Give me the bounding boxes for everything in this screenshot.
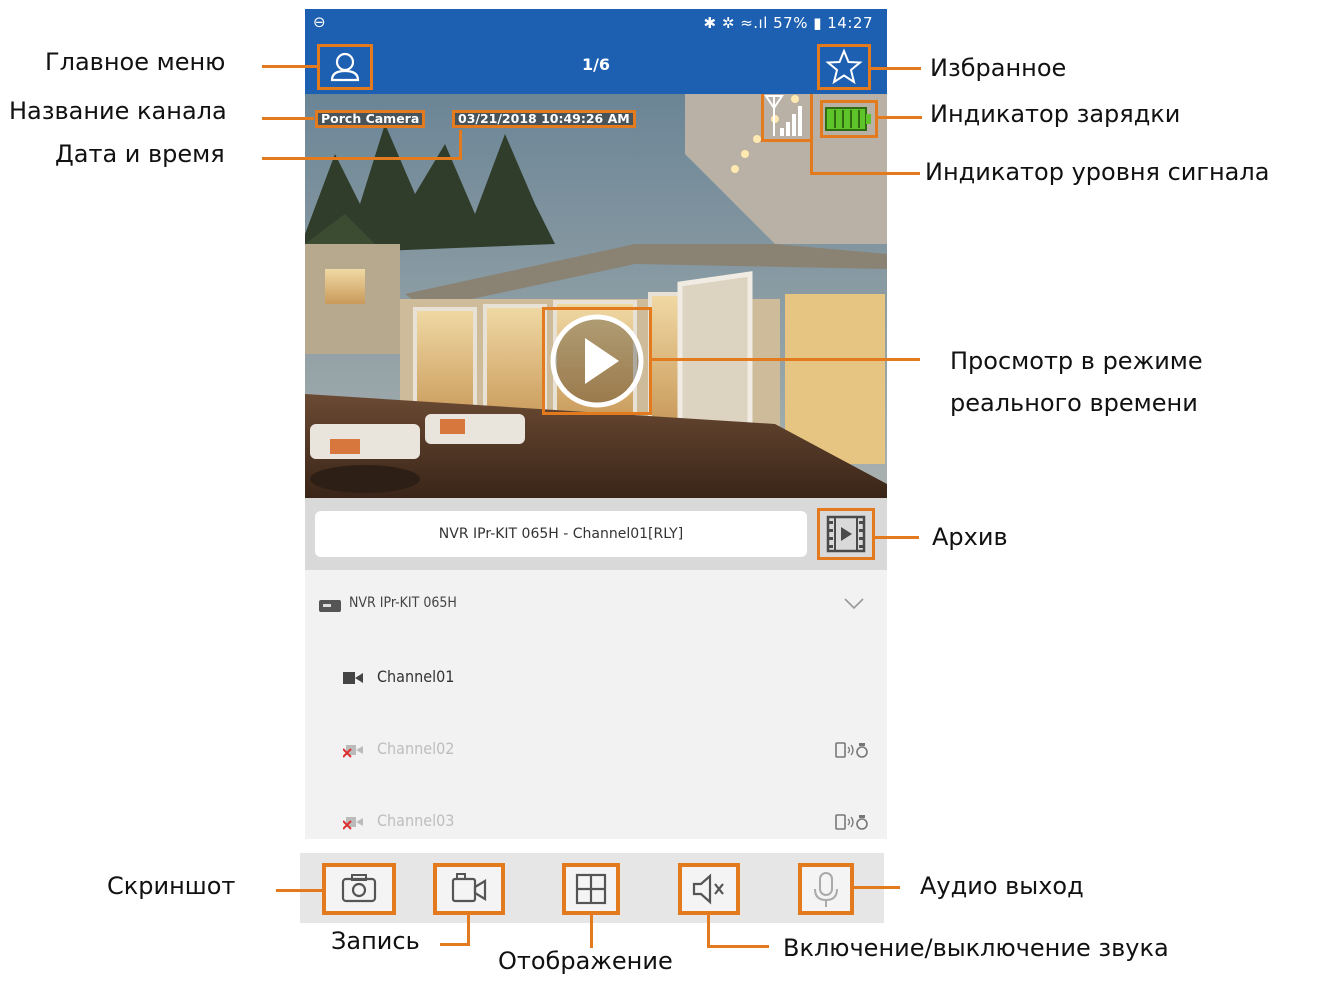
callout-line [707, 945, 769, 948]
record-button[interactable] [433, 863, 505, 915]
microphone-icon [814, 872, 838, 907]
callout-line [262, 65, 318, 68]
callout-audio-out: Аудио выход [920, 872, 1084, 900]
video-camera-icon [451, 873, 487, 903]
channel-label: Channel01 [377, 667, 455, 686]
status-indicators: ✱ ✲ ≈.ıl 57% ▮ 14:27 [703, 14, 873, 32]
callout-line [875, 536, 919, 539]
callout-line [652, 358, 920, 361]
callout-charge-indicator: Индикатор зарядки [930, 100, 1181, 128]
channel-name-label: Porch Camera [315, 110, 426, 128]
callout-live-view-line2: реального времени [950, 389, 1198, 417]
channel-label: Channel02 [377, 739, 455, 758]
status-bar: ⊖ ✱ ✲ ≈.ıl 57% ▮ 14:27 [305, 9, 887, 37]
video-scene [305, 94, 887, 498]
callout-line [810, 141, 813, 174]
callout-line [590, 915, 593, 948]
callout-line [459, 130, 462, 160]
microphone-button[interactable] [798, 863, 854, 915]
doorbell-icon [835, 814, 868, 830]
callout-line [707, 915, 710, 948]
callout-line [871, 67, 921, 70]
star-icon [825, 48, 863, 85]
channel-row[interactable]: Channel03 [305, 801, 887, 841]
datetime-label: 03/21/2018 10:49:26 AM [452, 110, 636, 128]
chevron-down-icon[interactable] [843, 597, 865, 611]
channel-label: Channel03 [377, 811, 455, 830]
callout-sound-toggle: Включение/выключение звука [783, 934, 1169, 962]
battery-indicator [820, 100, 878, 138]
callout-record: Запись [331, 927, 420, 955]
title-bar: 1/6 [305, 37, 887, 94]
callout-date-time: Дата и время [55, 140, 225, 168]
callout-channel-name: Название канала [9, 97, 227, 125]
camera-offline-icon [343, 817, 363, 830]
mute-button[interactable] [678, 863, 740, 915]
channel-row[interactable]: Channel02 [305, 729, 887, 769]
favorites-button[interactable] [817, 44, 871, 90]
signal-icon [764, 95, 802, 136]
bottom-toolbar [300, 853, 884, 923]
camera-offline-icon [343, 745, 363, 758]
camera-icon [341, 874, 377, 903]
device-row[interactable]: NVR IPr-KIT 065H [305, 585, 887, 625]
doorbell-icon [835, 742, 868, 758]
callout-favorites: Избранное [930, 54, 1067, 82]
layout-button[interactable] [562, 863, 620, 915]
callout-line [467, 915, 470, 946]
callout-line [262, 117, 314, 120]
device-bar: NVR IPr-KIT 065H - Channel01[RLY] [305, 498, 887, 570]
film-icon [826, 515, 866, 553]
camera-icon [343, 672, 363, 684]
callout-line [440, 943, 470, 946]
callout-archive: Архив [932, 523, 1008, 551]
device-name: NVR IPr-KIT 065H [349, 595, 457, 611]
page-indicator: 1/6 [581, 55, 611, 74]
callout-main-menu: Главное меню [45, 48, 226, 76]
play-icon [550, 314, 644, 408]
callout-line [854, 886, 900, 889]
speaker-muted-icon [692, 873, 724, 905]
battery-icon [825, 107, 871, 131]
screenshot-button[interactable] [322, 863, 396, 915]
live-video-view[interactable]: Porch Camera 03/21/2018 10:49:26 AM [305, 94, 887, 498]
callout-line [276, 889, 322, 892]
callout-line [810, 172, 920, 175]
current-channel-name: NVR IPr-KIT 065H - Channel01[RLY] [315, 511, 807, 557]
callout-line [878, 116, 922, 119]
nvr-icon [319, 600, 341, 612]
channel-row[interactable]: Channel01 [305, 657, 887, 697]
callout-live-view-line1: Просмотр в режиме [950, 347, 1203, 375]
minus-circle-icon: ⊖ [313, 13, 326, 31]
callout-line [262, 157, 462, 160]
live-view-play-button[interactable] [542, 307, 652, 415]
callout-signal-indicator: Индикатор уровня сигнала [925, 158, 1270, 186]
signal-indicator [761, 94, 813, 142]
device-list: NVR IPr-KIT 065H Channel01 Channel02 Cha… [305, 570, 887, 838]
callout-screenshot: Скриншот [107, 872, 236, 900]
archive-button[interactable] [817, 508, 875, 560]
callout-display: Отображение [498, 947, 673, 975]
grid-icon [575, 873, 607, 905]
